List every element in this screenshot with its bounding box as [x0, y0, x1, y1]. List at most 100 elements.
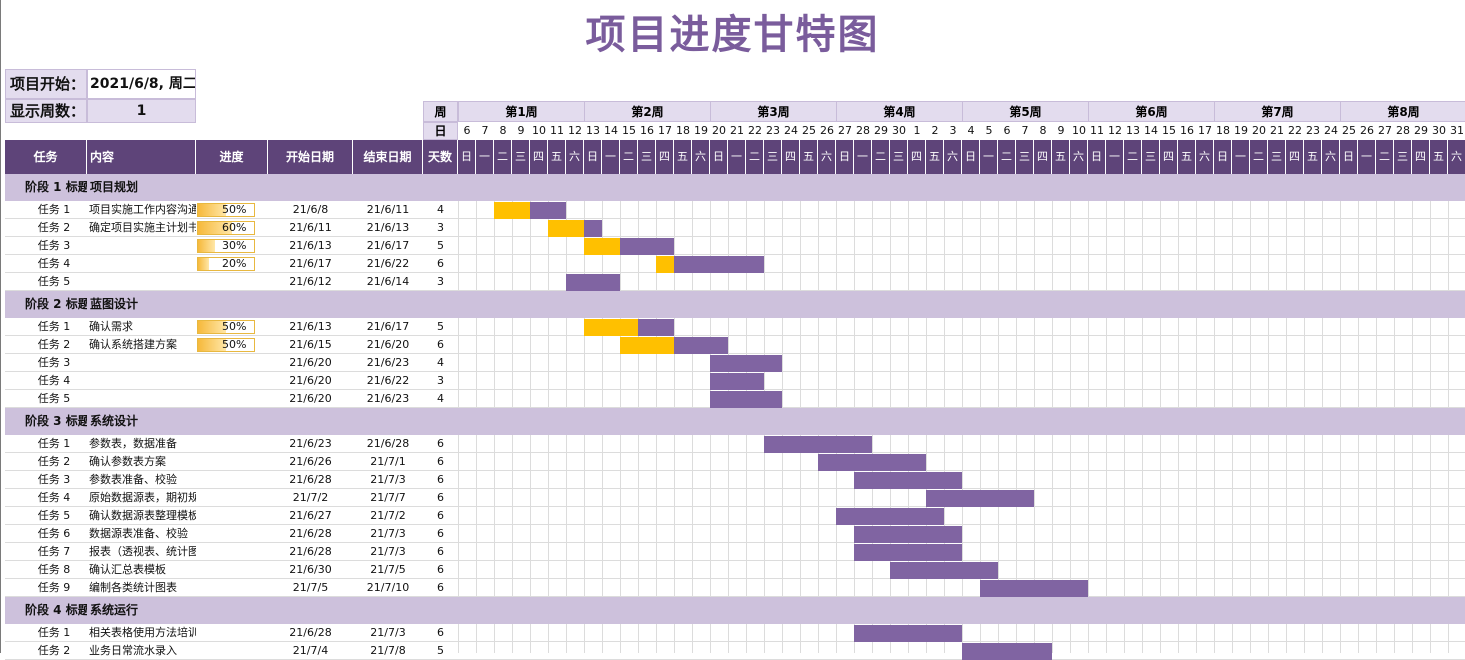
- gantt-bar-done: [584, 319, 638, 336]
- show-weeks-label: 显示周数：: [5, 99, 87, 123]
- weekday-header: 二: [1124, 140, 1142, 174]
- duration-days: 4: [437, 203, 444, 216]
- start-date: 21/6/8: [292, 203, 329, 216]
- task-content[interactable]: [89, 354, 196, 372]
- row-line: [5, 560, 1465, 561]
- start-date: 21/6/13: [289, 239, 332, 252]
- start-date: 21/7/4: [292, 644, 329, 657]
- weekday-header: 二: [1250, 140, 1268, 174]
- weekday-header: 一: [1232, 140, 1250, 174]
- start-date: 21/6/11: [289, 221, 332, 234]
- row-line: [5, 542, 1465, 543]
- day-number: 19: [1234, 124, 1248, 137]
- day-number: 29: [1414, 124, 1428, 137]
- task-content[interactable]: 业务日常流水录入: [89, 642, 196, 660]
- day-number: 13: [586, 124, 600, 137]
- day-number: 27: [1378, 124, 1392, 137]
- day-number: 12: [568, 124, 582, 137]
- progress-fill: [198, 258, 210, 270]
- start-date: 21/6/28: [289, 626, 332, 639]
- duration-days: 4: [437, 392, 444, 405]
- day-number: 20: [1252, 124, 1266, 137]
- task-name: 任务 3: [37, 473, 71, 486]
- weekday-header: 六: [1196, 140, 1214, 174]
- task-name: 任务 1: [37, 203, 71, 216]
- phase-row: [5, 408, 1465, 435]
- day-number: 22: [1288, 124, 1302, 137]
- week-header: 第4周: [836, 101, 963, 122]
- task-name: 任务 5: [37, 275, 71, 288]
- task-name: 任务 2: [37, 221, 71, 234]
- start-date: 21/6/12: [289, 275, 332, 288]
- task-content[interactable]: 确认需求: [89, 318, 196, 336]
- weekday-header: 四: [782, 140, 800, 174]
- gantt-bar-remaining: [854, 472, 962, 489]
- weekday-header: 六: [1070, 140, 1088, 174]
- weekday-header: 六: [944, 140, 962, 174]
- gantt-bar-remaining: [710, 355, 782, 372]
- task-content[interactable]: 确认参数表方案: [89, 453, 196, 471]
- weekday-header: 二: [746, 140, 764, 174]
- end-date: 21/6/23: [366, 356, 410, 369]
- day-row-label: 日: [423, 122, 458, 140]
- task-content[interactable]: 数据源表准备、校验: [89, 525, 196, 543]
- gantt-bar-remaining: [926, 490, 1034, 507]
- day-number: 23: [1306, 124, 1320, 137]
- duration-days: 6: [437, 563, 444, 576]
- weekday-header: 日: [962, 140, 980, 174]
- task-content[interactable]: 确认数据源表整理模板: [89, 507, 196, 525]
- duration-days: 6: [437, 581, 444, 594]
- phase-row: [5, 174, 1465, 201]
- task-content[interactable]: 确认汇总表模板: [89, 561, 196, 579]
- progress-text: 30%: [222, 239, 247, 252]
- day-number: 23: [766, 124, 780, 137]
- end-date: 21/7/3: [370, 626, 406, 639]
- task-name: 任务 1: [37, 626, 71, 639]
- gantt-bar-remaining: [854, 625, 962, 642]
- weekday-header: 四: [1286, 140, 1304, 174]
- day-number: 3: [949, 124, 957, 137]
- task-name: 任务 2: [37, 455, 71, 468]
- task-content[interactable]: 确认系统搭建方案: [89, 336, 196, 354]
- task-content[interactable]: 相关表格使用方法培训: [89, 624, 196, 642]
- progress-text: 50%: [222, 338, 247, 351]
- task-name: 任务 4: [37, 374, 71, 387]
- task-content[interactable]: 项目实施工作内容沟通: [89, 201, 196, 219]
- phase-title: 系统运行: [90, 603, 139, 617]
- start-date: 21/6/28: [289, 473, 332, 486]
- show-weeks-value[interactable]: 1: [87, 99, 196, 123]
- task-content[interactable]: 报表（透视表、统计图表）编制: [89, 543, 196, 561]
- day-number: 2: [931, 124, 939, 137]
- weekday-header: 五: [548, 140, 566, 174]
- row-line: [5, 506, 1465, 507]
- task-content[interactable]: 确定项目实施主计划书: [89, 219, 196, 237]
- task-content[interactable]: 编制各类统计图表: [89, 579, 196, 597]
- project-start-label: 项目开始：: [5, 69, 87, 99]
- task-content[interactable]: [89, 372, 196, 390]
- task-content[interactable]: [89, 237, 196, 255]
- duration-days: 5: [437, 320, 444, 333]
- weekday-header: 五: [1430, 140, 1448, 174]
- week-row-label: 周: [423, 101, 458, 122]
- gantt-bar-remaining: [674, 337, 728, 354]
- row-line: [5, 524, 1465, 525]
- day-number: 25: [1342, 124, 1356, 137]
- gantt-bar-remaining: [890, 562, 998, 579]
- weekday-header: 三: [1394, 140, 1412, 174]
- end-date: 21/6/14: [366, 275, 410, 288]
- day-number: 30: [1432, 124, 1446, 137]
- task-content[interactable]: 参数表准备、校验: [89, 471, 196, 489]
- task-name: 任务 7: [37, 545, 71, 558]
- task-content[interactable]: 参数表，数据准备: [89, 435, 196, 453]
- task-content[interactable]: [89, 255, 196, 273]
- task-content[interactable]: [89, 390, 196, 408]
- weekday-header: 一: [1358, 140, 1376, 174]
- task-content[interactable]: 原始数据源表，期初规范化: [89, 489, 196, 507]
- project-start-value[interactable]: 2021/6/8, 周二: [87, 69, 196, 99]
- weekday-header: 一: [728, 140, 746, 174]
- day-number: 26: [820, 124, 834, 137]
- weekday-header: 一: [980, 140, 998, 174]
- start-date: 21/7/5: [292, 581, 329, 594]
- task-content[interactable]: [89, 273, 196, 291]
- task-name: 任务 2: [37, 338, 71, 351]
